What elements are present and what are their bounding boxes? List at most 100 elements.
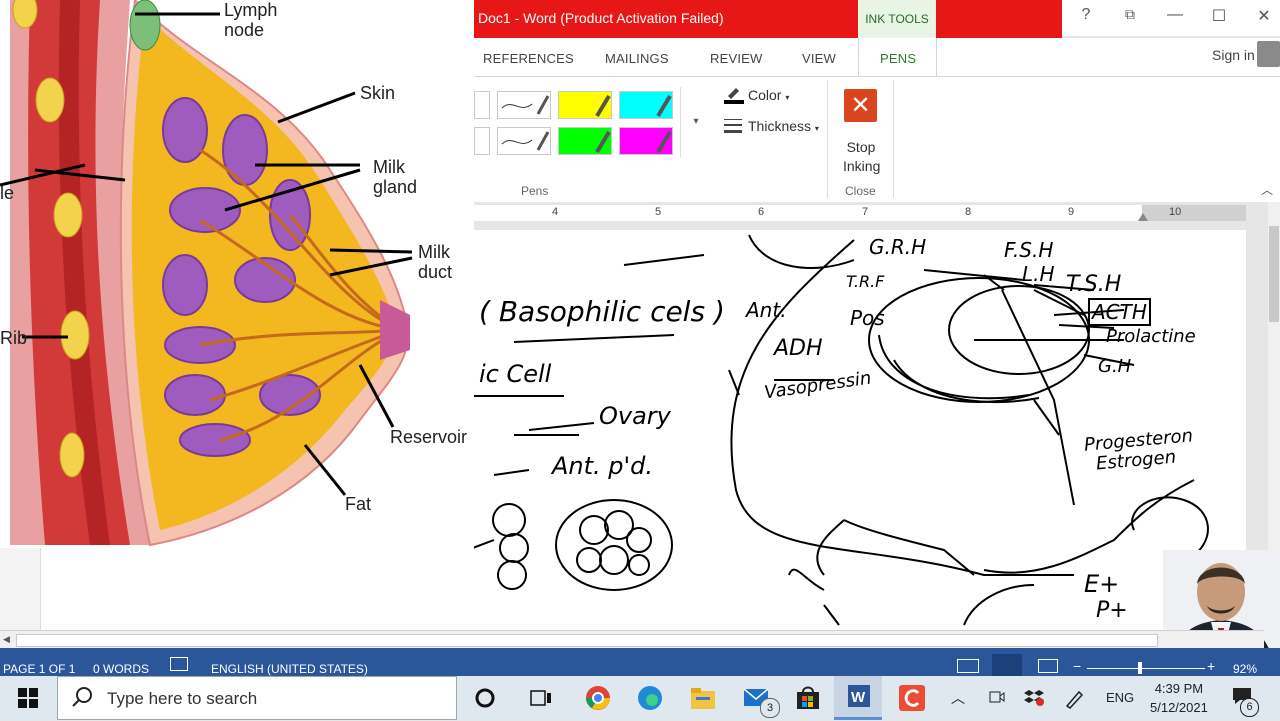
ruler-margin <box>1142 205 1246 221</box>
label-fat: Fat <box>345 494 372 514</box>
stop-inking-button[interactable]: Stop Inking <box>843 138 881 176</box>
word-taskbar-button[interactable]: W <box>834 676 882 720</box>
avatar[interactable] <box>1257 41 1280 67</box>
sign-in-link[interactable]: Sign in <box>1212 47 1255 63</box>
horizontal-scrollbar[interactable]: ◀ <box>0 630 1264 649</box>
color-label: Color <box>748 87 782 103</box>
ink-basophilic: ( Basophilic cels ) <box>479 295 725 328</box>
stop-inking-icon[interactable]: ✕ <box>844 89 877 122</box>
minimize-button[interactable]: — <box>1160 6 1190 24</box>
thickness-icon <box>724 118 744 134</box>
ink-trf: T.R.F <box>846 272 885 291</box>
ruler-number: 8 <box>965 206 972 218</box>
pen-magenta-highlighter[interactable] <box>619 127 673 155</box>
tab-mailings[interactable]: MAILINGS <box>605 51 669 66</box>
store-icon[interactable] <box>795 685 821 716</box>
horizontal-scroll-thumb[interactable] <box>16 634 1158 647</box>
word-icon: W <box>848 685 870 707</box>
zoom-slider[interactable] <box>1087 668 1205 669</box>
document-page[interactable]: ( Basophilic cels ) ic Cell Ovary Ant. p… <box>474 230 1246 630</box>
ink-ant: Ant. <box>746 298 787 322</box>
pen-style-partial-1[interactable] <box>474 91 490 119</box>
file-explorer-icon[interactable] <box>690 686 716 715</box>
zoom-level[interactable]: 92% <box>1233 662 1257 676</box>
thickness-label: Thickness <box>748 118 812 134</box>
web-layout-icon[interactable] <box>1038 659 1058 673</box>
cortana-icon[interactable] <box>474 687 496 714</box>
task-view-icon[interactable] <box>529 687 553 714</box>
zoom-in-icon[interactable]: + <box>1207 658 1215 674</box>
camtasia-icon[interactable] <box>898 684 926 717</box>
edge-icon[interactable] <box>637 685 663 716</box>
ink-ant-pit: Ant. p'd. <box>552 452 653 480</box>
ink-acth: ACTH <box>1088 298 1151 326</box>
status-words[interactable]: 0 WORDS <box>93 662 149 676</box>
title-bar-red-right <box>936 0 1062 38</box>
ruler-number: 10 <box>1169 206 1182 218</box>
dropbox-icon[interactable] <box>1024 688 1044 711</box>
zoom-slider-thumb[interactable] <box>1138 662 1142 674</box>
vertical-ruler <box>0 548 41 630</box>
zoom-out-icon[interactable]: − <box>1073 658 1081 674</box>
label-muscle: le <box>0 183 15 203</box>
chrome-icon[interactable] <box>585 685 611 716</box>
maximize-button[interactable]: ☐ <box>1204 6 1234 26</box>
input-language[interactable]: ENG <box>1106 690 1134 705</box>
help-button[interactable]: ? <box>1071 6 1101 24</box>
ribbon-divider-2 <box>893 80 894 198</box>
label-rib: Rib <box>0 328 28 348</box>
collapse-ribbon-chevron-icon[interactable]: ︿ <box>1261 181 1273 198</box>
pen-gallery-more-button[interactable]: ▾ <box>680 87 711 157</box>
color-icon <box>724 86 744 104</box>
ink-ovary: Ovary <box>599 402 671 430</box>
clock-date: 5/12/2021 <box>1150 700 1208 715</box>
thickness-button[interactable]: Thickness ▾ <box>748 118 819 134</box>
window-title: Doc1 - Word (Product Activation Failed) <box>478 10 724 26</box>
ruler-number: 6 <box>758 206 765 218</box>
read-mode-icon[interactable] <box>957 659 979 673</box>
tab-view[interactable]: VIEW <box>802 51 836 66</box>
ink-prolactine: Prolactine <box>1106 326 1196 347</box>
ink-cell: ic Cell <box>479 360 552 388</box>
meet-now-icon[interactable] <box>988 688 1006 711</box>
label-lymph-node: Lymph node <box>224 0 294 40</box>
mail-badge: 3 <box>760 698 780 718</box>
stop-inking-line2: Inking <box>843 158 881 174</box>
taskbar-clock[interactable]: 4:39 PM 5/12/2021 <box>1150 679 1208 717</box>
pen-workspace-icon[interactable] <box>1064 687 1086 714</box>
tab-pens[interactable]: PENS <box>880 51 916 66</box>
show-hidden-icons-chevron-icon[interactable]: ︿ <box>951 688 965 708</box>
pen-green-highlighter[interactable] <box>558 127 612 155</box>
status-page[interactable]: PAGE 1 OF 1 <box>3 662 75 676</box>
search-placeholder: Type here to search <box>107 689 258 708</box>
status-bar: PAGE 1 OF 1 0 WORDS ENGLISH (UNITED STAT… <box>0 648 1280 676</box>
scroll-left-icon[interactable]: ◀ <box>3 634 10 645</box>
right-indent-marker[interactable] <box>1138 213 1148 221</box>
ruler-number: 7 <box>862 206 869 218</box>
print-layout-icon[interactable] <box>992 654 1022 676</box>
windows-start-icon[interactable] <box>18 688 38 713</box>
status-language[interactable]: ENGLISH (UNITED STATES) <box>211 662 368 676</box>
pens-group-label: Pens <box>521 184 549 198</box>
tab-review[interactable]: REVIEW <box>710 51 762 66</box>
clock-time: 4:39 PM <box>1154 681 1204 696</box>
pen-style-2[interactable] <box>497 127 551 155</box>
pen-cyan-highlighter[interactable] <box>619 91 673 119</box>
anatomy-image: Lymph node Skin Milk gland Milk duct le … <box>0 0 474 550</box>
tab-references[interactable]: REFERENCES <box>483 51 574 66</box>
proofing-icon[interactable] <box>170 657 188 671</box>
color-button[interactable]: Color ▾ <box>748 87 789 103</box>
close-group-label: Close <box>845 184 876 198</box>
label-milk-gland: Milk gland <box>373 157 418 197</box>
breast-anatomy-drawing <box>0 0 413 547</box>
close-button[interactable]: ✕ <box>1249 6 1279 26</box>
lymph-label: Lymph node <box>224 0 278 40</box>
pen-style-partial-2[interactable] <box>474 127 490 155</box>
pen-style-1[interactable] <box>497 91 551 119</box>
pen-yellow-highlighter[interactable] <box>558 91 612 119</box>
vertical-scroll-thumb[interactable] <box>1269 226 1279 322</box>
ink-p-plus: P+ <box>1096 598 1128 623</box>
ribbon-display-options-button[interactable]: ⧉ <box>1115 6 1145 23</box>
ink-tsh: T.S.H <box>1066 272 1122 297</box>
ruler-number: 9 <box>1068 206 1075 218</box>
